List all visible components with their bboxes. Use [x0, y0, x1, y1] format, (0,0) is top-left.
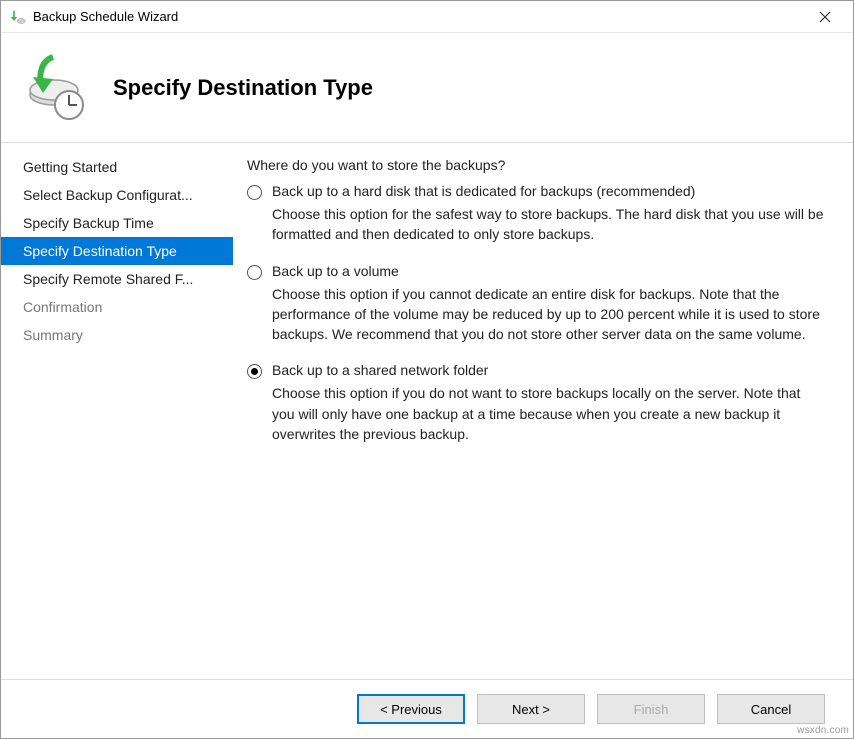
- option-network-folder[interactable]: Back up to a shared network folder: [247, 362, 825, 379]
- close-button[interactable]: [805, 2, 845, 32]
- finish-button: Finish: [597, 694, 705, 724]
- next-button[interactable]: Next >: [477, 694, 585, 724]
- radio-volume[interactable]: [247, 265, 262, 280]
- wizard-window: Backup Schedule Wizard Specify Destinati…: [0, 0, 854, 739]
- previous-button[interactable]: < Previous: [357, 694, 465, 724]
- radio-dedicated-disk[interactable]: [247, 185, 262, 200]
- option-description: Choose this option if you cannot dedicat…: [272, 284, 825, 345]
- radio-network-folder[interactable]: [247, 364, 262, 379]
- option-label: Back up to a shared network folder: [272, 362, 488, 378]
- wizard-body: Getting Started Select Backup Configurat…: [1, 143, 853, 679]
- window-title: Backup Schedule Wizard: [33, 9, 805, 24]
- backup-schedule-icon: [21, 53, 91, 123]
- app-icon: [9, 8, 27, 26]
- option-volume[interactable]: Back up to a volume: [247, 263, 825, 280]
- step-summary: Summary: [1, 321, 233, 349]
- wizard-footer: < Previous Next > Finish Cancel: [1, 679, 853, 738]
- step-select-backup-config[interactable]: Select Backup Configurat...: [1, 181, 233, 209]
- titlebar: Backup Schedule Wizard: [1, 1, 853, 33]
- watermark: wsxdn.com: [797, 725, 849, 736]
- step-getting-started[interactable]: Getting Started: [1, 153, 233, 181]
- option-description: Choose this option if you do not want to…: [272, 383, 825, 444]
- step-specify-backup-time[interactable]: Specify Backup Time: [1, 209, 233, 237]
- option-label: Back up to a volume: [272, 263, 399, 279]
- header-band: Specify Destination Type: [1, 33, 853, 143]
- step-confirmation: Confirmation: [1, 293, 233, 321]
- prompt-text: Where do you want to store the backups?: [247, 157, 825, 173]
- option-description: Choose this option for the safest way to…: [272, 204, 825, 245]
- cancel-button[interactable]: Cancel: [717, 694, 825, 724]
- option-dedicated-disk[interactable]: Back up to a hard disk that is dedicated…: [247, 183, 825, 200]
- option-label: Back up to a hard disk that is dedicated…: [272, 183, 695, 199]
- page-title: Specify Destination Type: [113, 75, 373, 101]
- wizard-steps-sidebar: Getting Started Select Backup Configurat…: [1, 143, 233, 679]
- step-specify-destination-type[interactable]: Specify Destination Type: [1, 237, 233, 265]
- wizard-content: Where do you want to store the backups? …: [233, 143, 853, 679]
- step-specify-remote-shared-folder[interactable]: Specify Remote Shared F...: [1, 265, 233, 293]
